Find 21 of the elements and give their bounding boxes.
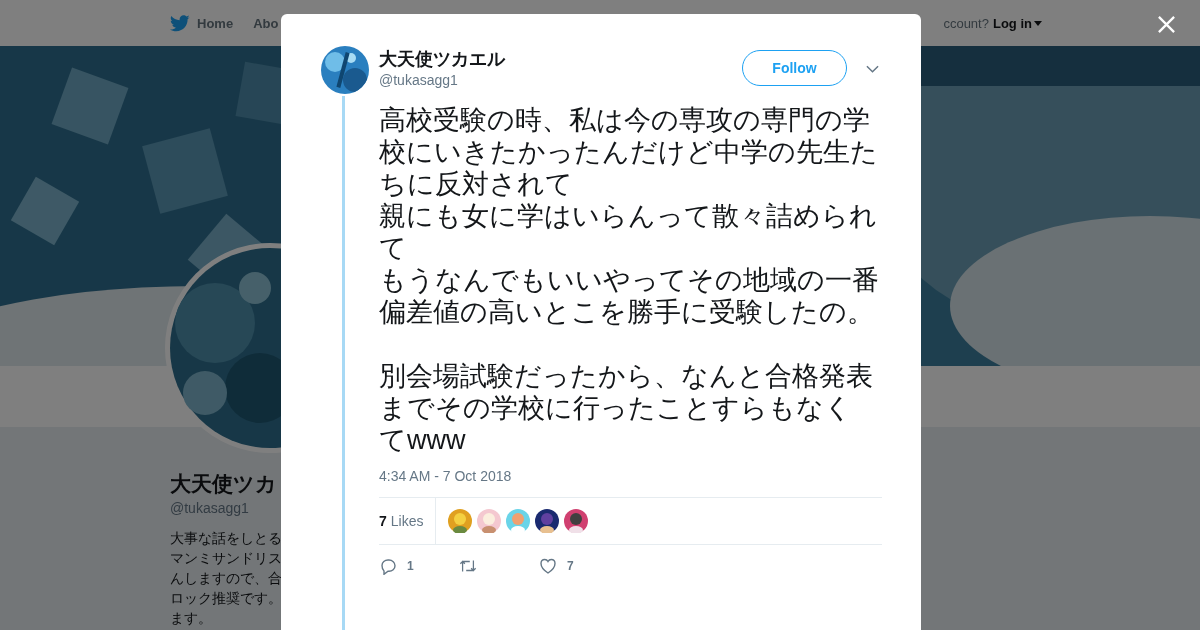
- bio-text: マンミサンドリス: [170, 549, 282, 568]
- profile-handle: @tukasagg1: [170, 500, 249, 516]
- bio-text: ロック推奨です。: [170, 589, 282, 608]
- home-link[interactable]: Home: [170, 14, 234, 32]
- heart-icon[interactable]: [539, 557, 557, 575]
- profile-name: 大天使ツカ: [170, 471, 277, 497]
- bio-text: ます。: [170, 609, 212, 628]
- tweet-text: 別会場試験だったから、なんと合格発表までその学校に行ったことすらもなくてwww: [379, 360, 874, 456]
- bio-text: 大事な話をしとる: [170, 529, 282, 548]
- caret-icon: [1033, 20, 1042, 26]
- nav-link[interactable]: Abo: [253, 15, 279, 31]
- bio-text: んしますので、合: [170, 569, 282, 588]
- bird-icon: [170, 14, 190, 32]
- login-link[interactable]: Log in: [992, 15, 1042, 31]
- likes-count[interactable]: 7 Likes: [379, 498, 437, 544]
- action-count: 1: [407, 559, 414, 573]
- timestamp: 4:34 AM - 7 Oct 2018: [379, 468, 513, 484]
- close-icon[interactable]: [1157, 15, 1176, 34]
- action-count: 7: [567, 559, 574, 573]
- reply-icon[interactable]: [379, 557, 397, 575]
- account-prompt: ccount?: [943, 15, 989, 31]
